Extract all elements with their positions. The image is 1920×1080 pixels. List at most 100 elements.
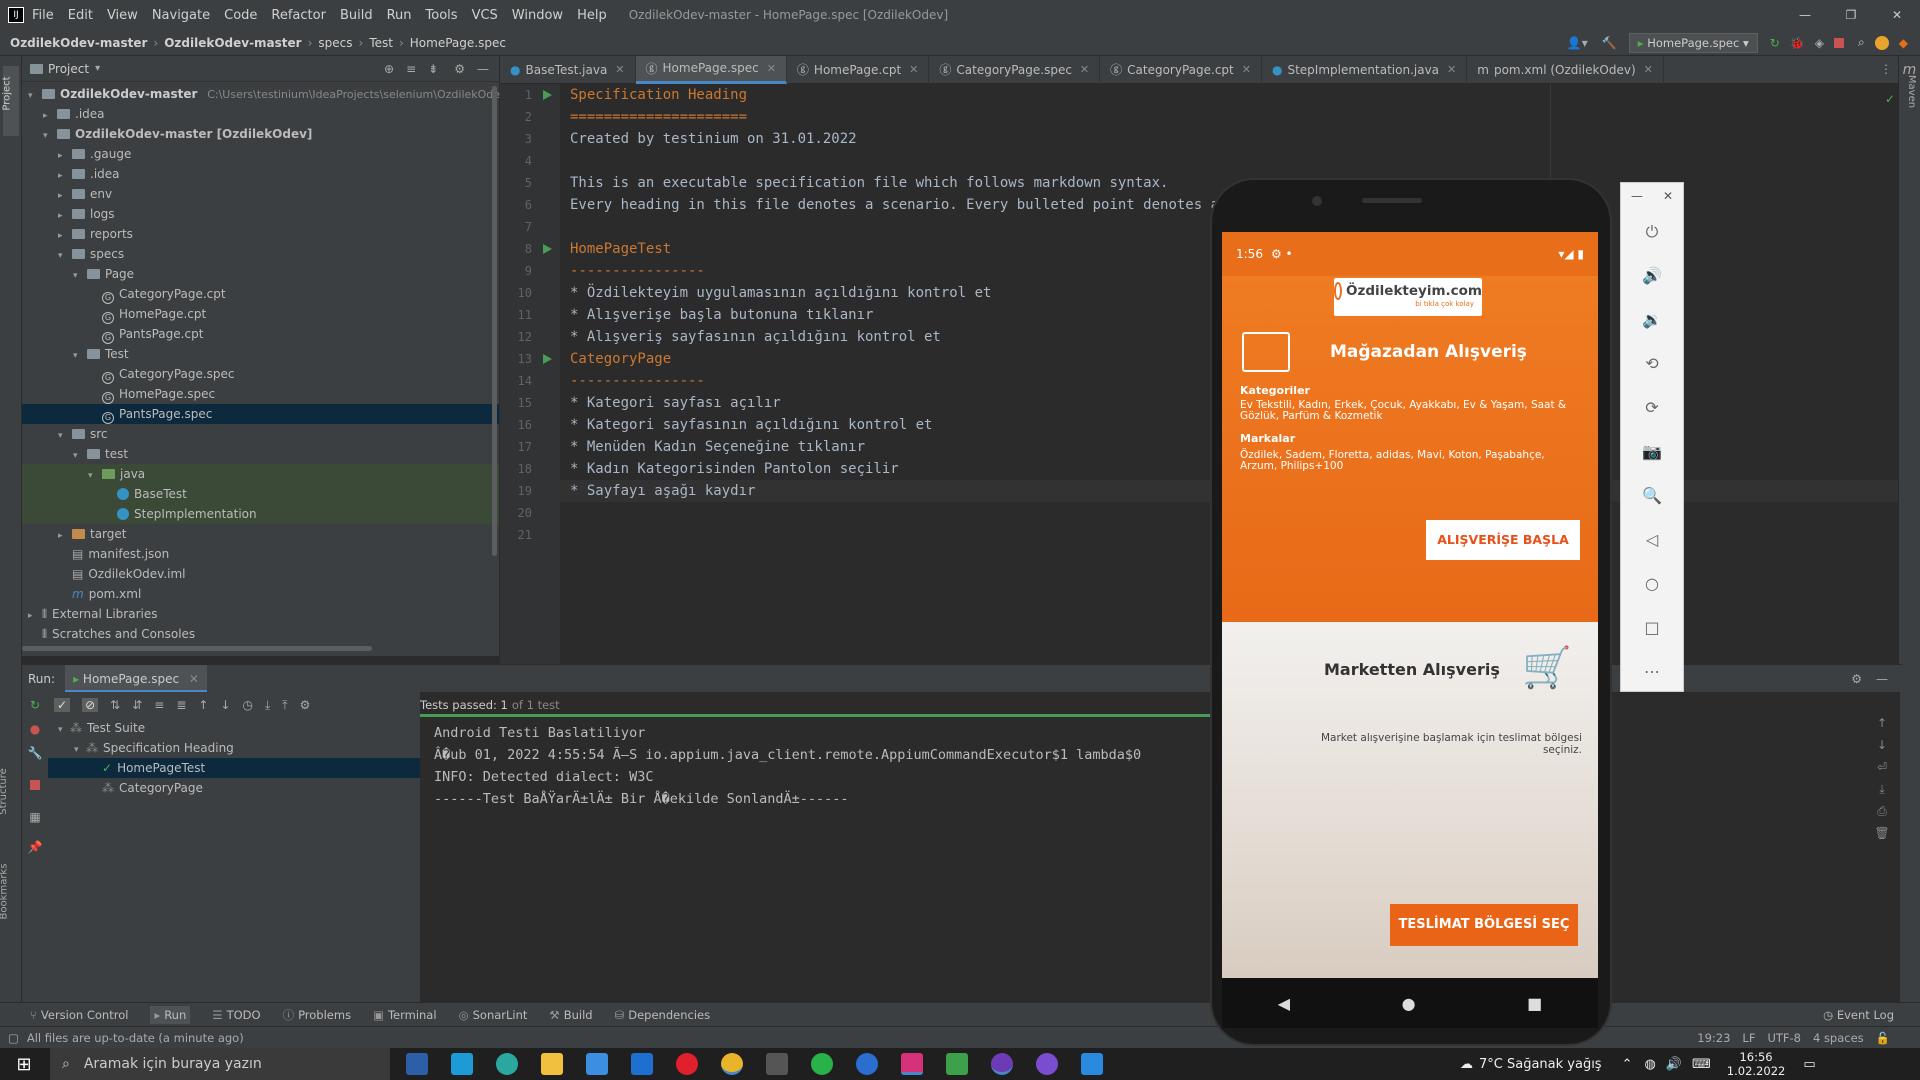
tree-item[interactable]: ▸ ⫴ External Libraries (22, 604, 499, 624)
tree-item[interactable]: ▸ .gauge (22, 144, 499, 164)
volume-down-icon[interactable]: 🔉 (1641, 309, 1663, 331)
sort-duration-icon[interactable]: ⇵ (132, 698, 142, 712)
run-scenario-icon[interactable] (543, 90, 552, 100)
show-ignored-icon[interactable]: ⊘ (82, 698, 99, 712)
editor-tab[interactable]: m pom.xml (OzdilekOdev) ✕ (1467, 55, 1664, 84)
menu-code[interactable]: Code (224, 8, 257, 23)
rerun-icon[interactable]: ↻ (1770, 36, 1780, 50)
menu-view[interactable]: View (107, 8, 138, 23)
gear-icon[interactable]: ⚙ (454, 62, 465, 76)
file-encoding[interactable]: UTF-8 (1767, 1031, 1801, 1045)
tree-item[interactable]: ⫴ Scratches and Consoles (22, 624, 499, 644)
store-icon[interactable] (586, 1053, 608, 1075)
caret-position[interactable]: 19:23 (1697, 1031, 1730, 1045)
stop-icon[interactable] (1834, 37, 1845, 48)
recents-icon[interactable]: ■ (1527, 994, 1542, 1013)
lynx-icon[interactable] (451, 1053, 473, 1075)
test-node[interactable]: ▾ ⁂ Specification Heading (48, 738, 420, 758)
menu-refactor[interactable]: Refactor (271, 8, 326, 23)
tree-item[interactable]: ▸ env (22, 184, 499, 204)
clock[interactable]: 16:56 1.02.2022 (1727, 1050, 1786, 1078)
expand-all-icon[interactable]: ≡ (406, 62, 416, 76)
close-icon[interactable]: ✕ (615, 63, 624, 76)
debug-icon[interactable]: 🐞 (1790, 36, 1805, 50)
hide-icon[interactable]: — (1876, 672, 1888, 686)
test-node[interactable]: ✓ HomePageTest (48, 758, 420, 778)
collapse-all-icon[interactable]: ⇟ (428, 62, 438, 76)
tree-item[interactable]: G HomePage.spec (22, 384, 499, 404)
editor-tab[interactable]: ⓖ CategoryPage.spec ✕ (929, 55, 1101, 84)
tree-item[interactable]: ▸ .idea (22, 104, 499, 124)
wrap-icon[interactable]: ⏎ (1872, 756, 1892, 778)
tree-item[interactable]: m pom.xml (22, 584, 499, 604)
close-icon[interactable]: ✕ (909, 63, 918, 76)
project-scrollbar[interactable] (22, 646, 372, 651)
photos-icon[interactable] (1081, 1053, 1103, 1075)
tree-item[interactable]: ▾ Page (22, 264, 499, 284)
tree-item[interactable]: ▸ .idea (22, 164, 499, 184)
rerun-icon[interactable]: ↻ (22, 698, 48, 722)
search-icon[interactable]: ⌕ (1858, 35, 1865, 50)
sort-alpha-icon[interactable]: ⇅ (110, 698, 120, 712)
run-scenario-icon[interactable] (543, 244, 552, 254)
file-explorer-icon[interactable] (541, 1053, 563, 1075)
coverage-icon[interactable]: ◈ (1815, 36, 1824, 50)
network-icon[interactable]: ◍ (1645, 1057, 1656, 1072)
tree-item[interactable]: ▸ target (22, 524, 499, 544)
update-icon[interactable] (1874, 35, 1889, 50)
phone-screen[interactable]: 1:56 ⚙ • ▾◢ ▮ Özdilekteyim.com bi tıkla … (1222, 232, 1598, 978)
menu-edit[interactable]: Edit (68, 8, 93, 23)
test-node[interactable]: ⁂ CategoryPage (48, 778, 420, 798)
up-icon[interactable]: ↑ (1872, 712, 1892, 734)
breadcrumb-item[interactable]: HomePage.spec (410, 36, 506, 50)
tree-item[interactable]: G HomePage.cpt (22, 304, 499, 324)
menu-build[interactable]: Build (340, 8, 373, 23)
layout-icon[interactable]: ▦ (22, 810, 48, 840)
down-icon[interactable]: ↓ (1872, 734, 1892, 756)
chrome-icon[interactable] (721, 1053, 743, 1075)
close-icon[interactable]: ✕ (1242, 63, 1251, 76)
event-log-button[interactable]: ◷ Event Log (1823, 1008, 1894, 1022)
line-separator[interactable]: LF (1742, 1031, 1755, 1045)
volume-up-icon[interactable]: 🔊 (1641, 265, 1663, 287)
menu-window[interactable]: Window (512, 8, 563, 23)
tool-build[interactable]: ⚒ Build (549, 1008, 592, 1022)
calculator-icon[interactable] (766, 1053, 788, 1075)
weather-text[interactable]: 7°C Sağanak yağış (1479, 1057, 1602, 1072)
tree-root[interactable]: ▾ OzdilekOdev-master C:\Users\testinium\I… (22, 84, 521, 104)
close-icon[interactable]: ✕ (1644, 63, 1653, 76)
minimize-button[interactable]: — (1782, 8, 1828, 22)
editor-tab[interactable]: ● StepImplementation.java ✕ (1262, 55, 1468, 84)
run-scenario-icon[interactable] (543, 354, 552, 364)
rotate-right-icon[interactable]: ⟳ (1641, 397, 1663, 419)
hammer-icon[interactable]: 🔨 (1602, 36, 1617, 50)
expand-all-icon[interactable]: ≡ (154, 698, 164, 712)
editor-tab[interactable]: ● BaseTest.java ✕ (500, 55, 636, 84)
tree-item[interactable]: ▾ src (22, 424, 499, 444)
start-shopping-button[interactable]: ALIŞVERİŞE BAŞLA (1426, 520, 1580, 560)
breadcrumb-item[interactable]: OzdilekOdev-master (164, 36, 301, 50)
user-icon[interactable]: 👤▾ (1567, 36, 1588, 50)
pin-icon[interactable]: 📌 (22, 840, 48, 864)
scroll-end-icon[interactable]: ⤓ (1872, 778, 1892, 800)
tool-terminal[interactable]: ▣ Terminal (373, 1008, 436, 1022)
tree-item[interactable]: G CategoryPage.cpt (22, 284, 499, 304)
close-window-button[interactable]: ✕ (1874, 8, 1920, 22)
taskbar-search[interactable]: ⌕ Aramak için buraya yazın (50, 1048, 390, 1080)
edge-icon[interactable] (496, 1053, 518, 1075)
edge-legacy-icon[interactable] (406, 1053, 428, 1075)
prev-fail-icon[interactable]: ↑ (198, 698, 208, 712)
opera-icon[interactable] (676, 1053, 698, 1075)
weather-icon[interactable]: ☁ (1460, 1057, 1473, 1072)
tree-item[interactable]: G CategoryPage.spec (22, 364, 499, 384)
chevron-up-icon[interactable]: ⌃ (1622, 1057, 1633, 1072)
project-panel-title[interactable]: Project (48, 62, 89, 76)
gear-icon[interactable]: ⚙ (300, 698, 311, 712)
bookmarks-tool-label[interactable]: Bookmarks (0, 864, 9, 920)
tree-item[interactable]: BaseTest (22, 484, 499, 504)
media-player-icon[interactable] (946, 1053, 968, 1075)
tree-item[interactable]: G PantsPage.cpt (22, 324, 499, 344)
tree-item[interactable]: ▾ OzdilekOdev-master [OzdilekOdev] (22, 124, 499, 144)
tool-sonarlint[interactable]: ◎ SonarLint (459, 1008, 528, 1022)
emulator-close-button[interactable]: ✕ (1663, 189, 1673, 203)
